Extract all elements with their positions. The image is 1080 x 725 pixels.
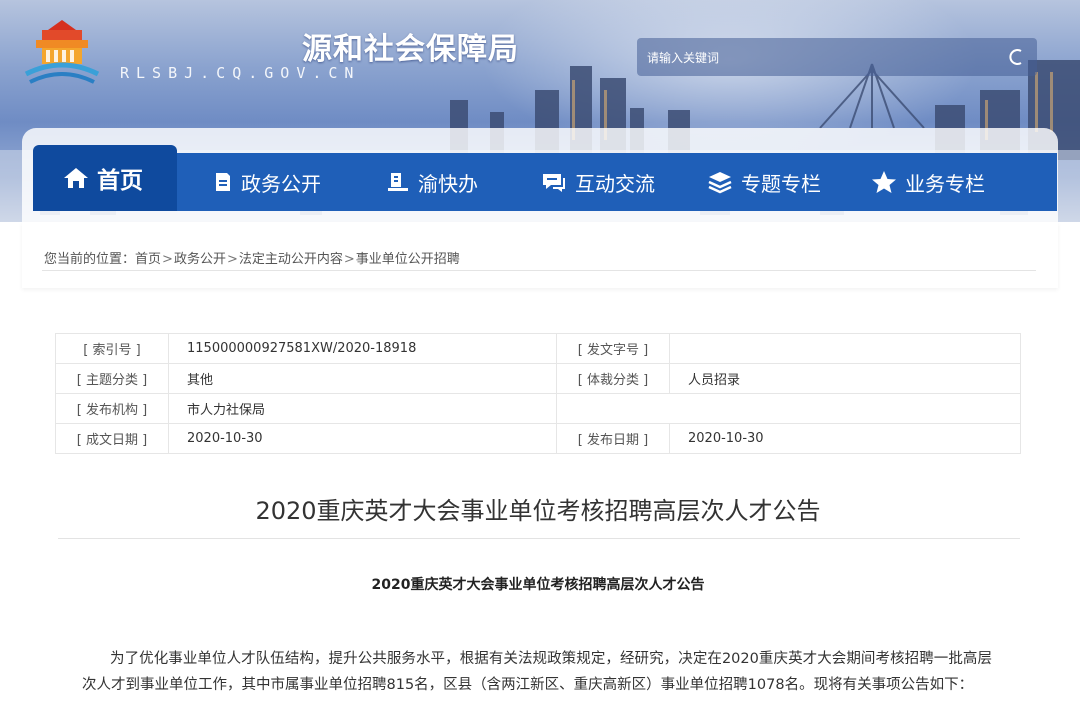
breadcrumb-divider: [42, 270, 1036, 271]
table-row: [ 成文日期 ] 2020-10-30 [ 发布日期 ] 2020-10-30: [55, 423, 1021, 454]
breadcrumb-separator: >: [343, 252, 355, 267]
document-icon: [216, 173, 230, 191]
breadcrumb-separator: >: [226, 252, 238, 267]
meta-value-written-date: 2020-10-30: [168, 423, 557, 454]
layers-icon: [708, 172, 732, 194]
nav-item-interaction[interactable]: 互动交流: [541, 153, 655, 211]
breadcrumb-separator: >: [162, 252, 173, 267]
breadcrumb-link-government-affairs[interactable]: 政务公开: [174, 252, 226, 267]
meta-value-publisher: 市人力社保局: [168, 393, 557, 424]
meta-key-index-number: [ 索引号 ]: [55, 333, 169, 364]
home-icon: [64, 168, 88, 188]
site-domain: RLSBJ.CQ.GOV.CN: [120, 64, 361, 82]
nav-item-yukuaiban[interactable]: 渝快办: [386, 153, 478, 211]
nav-item-government-affairs[interactable]: 政务公开: [213, 153, 321, 211]
breadcrumb-prefix: 您当前的位置：: [44, 252, 136, 267]
nav-item-special-topics[interactable]: 专题专栏: [707, 153, 821, 211]
meta-key-written-date: [ 成文日期 ]: [55, 423, 169, 454]
nav-label: 首页: [97, 168, 143, 194]
breadcrumb-link-recruitment[interactable]: 事业单位公开招聘: [356, 252, 460, 267]
breadcrumb: 您当前的位置：首页>政务公开>法定主动公开内容>事业单位公开招聘: [44, 248, 460, 267]
main-nav: 首页 政务公开 渝快办 互动交流 专题专栏 业务专栏: [33, 145, 1057, 211]
meta-value-genre-category: 人员招录: [669, 363, 1021, 394]
service-hall-icon: [388, 173, 408, 191]
table-row: [ 索引号 ] 115000000927581XW/2020-18918 [ 发…: [55, 333, 1021, 364]
nav-label: 政务公开: [241, 171, 321, 196]
government-emblem-logo: [24, 20, 100, 84]
search-box: [637, 38, 1037, 76]
star-icon: [872, 171, 896, 193]
meta-value-topic-category: 其他: [168, 363, 557, 394]
meta-value-document-number: [669, 333, 1021, 364]
nav-item-business[interactable]: 业务专栏: [871, 153, 985, 211]
breadcrumb-link-statutory-disclosure[interactable]: 法定主动公开内容: [239, 252, 343, 267]
nav-label: 渝快办: [418, 171, 478, 196]
article-paragraph: 为了优化事业单位人才队伍结构，提升公共服务水平，根据有关法规政策规定，经研究，决…: [82, 651, 992, 693]
breadcrumb-panel: 您当前的位置：首页>政务公开>法定主动公开内容>事业单位公开招聘: [22, 222, 1058, 288]
table-row: [ 主题分类 ] 其他 [ 体裁分类 ] 人员招录: [55, 363, 1021, 394]
meta-key-genre-category: [ 体裁分类 ]: [556, 363, 670, 394]
site-title: 源和社会保障局: [302, 32, 519, 67]
table-row: [ 发布机构 ] 市人力社保局: [55, 393, 1021, 424]
meta-value-publish-date: 2020-10-30: [669, 423, 1021, 454]
nav-label: 专题专栏: [741, 171, 821, 196]
chat-bubble-icon: [543, 174, 565, 192]
search-input[interactable]: [645, 44, 1009, 72]
meta-value-index-number: 115000000927581XW/2020-18918: [168, 333, 557, 364]
breadcrumb-link-home[interactable]: 首页: [135, 252, 161, 267]
search-icon[interactable]: [1007, 47, 1027, 67]
meta-empty-cell: [556, 393, 1021, 424]
meta-key-topic-category: [ 主题分类 ]: [55, 363, 169, 394]
meta-key-publisher: [ 发布机构 ]: [55, 393, 169, 424]
meta-key-publish-date: [ 发布日期 ]: [556, 423, 670, 454]
nav-item-home[interactable]: 首页: [33, 145, 177, 211]
meta-key-document-number: [ 发文字号 ]: [556, 333, 670, 364]
nav-label: 业务专栏: [905, 171, 985, 196]
article-title-divider: [58, 538, 1020, 539]
nav-label: 互动交流: [575, 171, 655, 196]
document-meta-table: [ 索引号 ] 115000000927581XW/2020-18918 [ 发…: [55, 333, 1021, 454]
article-title: 2020重庆英才大会事业单位考核招聘高层次人才公告: [255, 497, 821, 525]
article-subtitle: 2020重庆英才大会事业单位考核招聘高层次人才公告: [371, 577, 705, 593]
